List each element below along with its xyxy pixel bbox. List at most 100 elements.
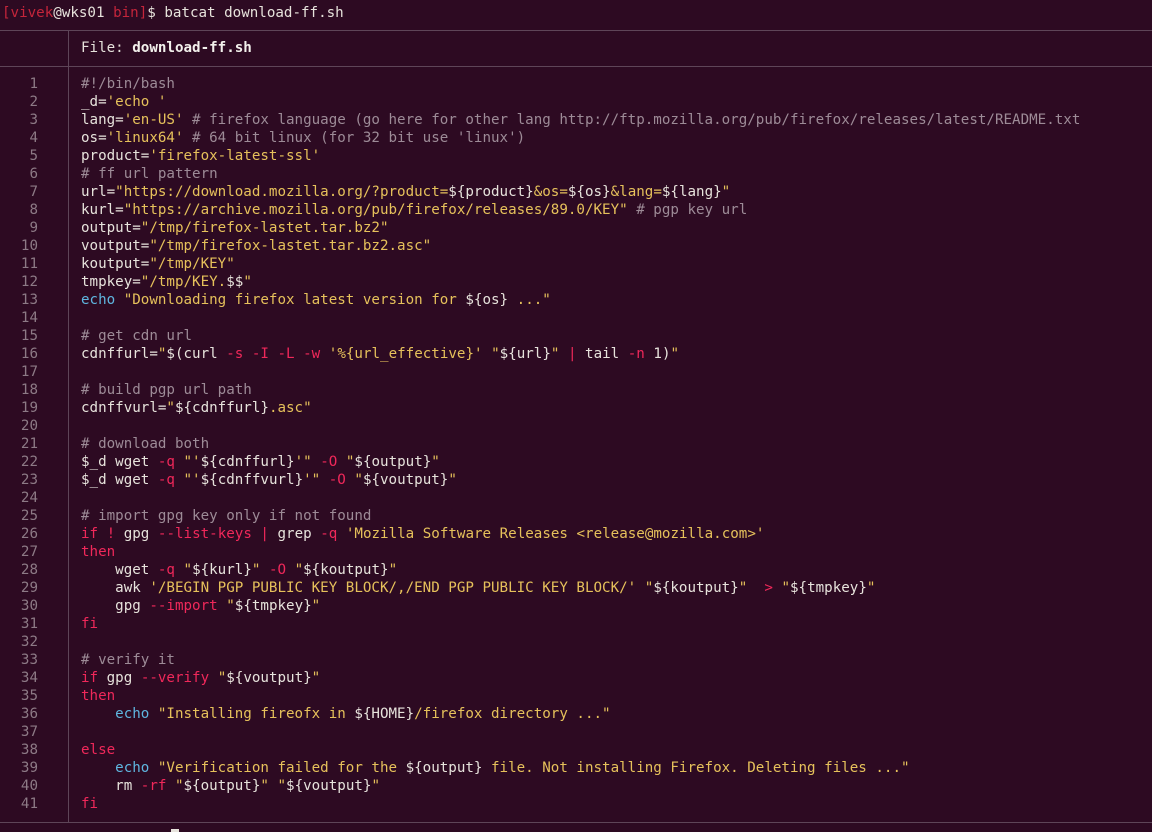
line-number: 18 [20,382,38,398]
comment-token: # build pgp url path [81,382,252,398]
string-token: " [226,598,235,614]
string-token: &os= [533,184,568,200]
prompt-open-bracket: [ [2,5,11,21]
string-token: "' [183,472,201,488]
code-token: awk [81,580,150,596]
code-token: ${product} [448,184,534,200]
code-token: $_d wget [81,454,158,470]
code-line: 34 if gpg --verify "${voutput}" [0,669,1152,687]
code-token: cdnffvurl= [81,400,167,416]
code-token: ${output} [183,778,261,794]
string-token: '%{url_effective}' [328,346,483,362]
string-token: " [243,274,252,290]
line-number: 19 [20,400,38,416]
code-token: output= [81,220,141,236]
prompt-user: vivek [10,5,54,21]
line-number: 5 [29,148,38,164]
code-token: kurl= [81,202,124,218]
keyword-token: -O [320,454,338,470]
comment-token: # verify it [81,652,175,668]
code-line: 4 os='linux64' # 64 bit linux (for 32 bit… [0,129,1152,147]
keyword-token: -rf [140,778,167,794]
code-line: 5 product='firefox-latest-ssl' [0,147,1152,165]
string-token: 'firefox-latest-ssl' [149,148,321,164]
string-token: file. Not installing Firefox. Deleting f… [482,760,910,776]
code-token: ${cdnffvurl} [200,472,304,488]
terminal-window[interactable]: [vivek@wks01 bin]$ batcat download-ff.sh… [0,0,1152,832]
comment-token: # pgp key url [627,202,748,218]
string-token: " [354,472,363,488]
code-line: 32 [0,633,1152,651]
code-line: 1 #!/bin/bash [0,75,1152,93]
line-source: then [81,687,115,705]
code-line: 41 fi [0,795,1152,813]
comment-token: # ff url pattern [81,166,218,182]
line-number: 6 [29,166,38,182]
code-line: 3 lang='en-US' # firefox language (go her… [0,111,1152,129]
string-token: " [738,580,748,596]
line-source: #!/bin/bash [81,75,175,93]
line-number: 20 [20,418,38,434]
code-line: 2 _d='echo ' [0,93,1152,111]
line-number: 21 [20,436,38,452]
code-line: 10 voutput="/tmp/firefox-lastet.tar.bz2.a… [0,237,1152,255]
keyword-token: -w [303,346,321,362]
line-source: # download both [81,435,209,453]
string-token: "Downloading firefox latest version for [115,292,466,308]
code-token: ${os} [567,184,611,200]
string-token: " [294,562,304,578]
prompt-host: wks01 [61,5,105,21]
code-line: 18 # build pgp url path [0,381,1152,399]
line-number: 38 [20,742,38,758]
code-token: os= [81,130,107,146]
footer-rule [0,822,1152,823]
string-token: " [371,778,380,794]
code-line: 7 url="https://download.mozilla.org/?prod… [0,183,1152,201]
line-number: 33 [20,652,38,668]
string-token: " [217,670,227,686]
prompt-command: batcat download-ff.sh [164,5,344,21]
code-line: 17 [0,363,1152,381]
code-line: 39 echo "Verification failed for the ${o… [0,759,1152,777]
line-number: 7 [29,184,38,200]
string-token: /firefox directory ..." [414,706,611,722]
comment-token: # 64 bit linux (for 32 bit use 'linux') [183,130,526,146]
prompt-at: @ [53,5,62,21]
code-line: 26 if ! gpg --list-keys | grep -q 'Mozill… [0,525,1152,543]
line-source: echo "Installing fireofx in ${HOME}/fire… [81,705,611,723]
keyword-token: -q [157,562,175,578]
string-token: 'Mozilla Software Releases <release@mozi… [345,526,765,542]
line-source: $_d wget -q "'${cdnffvurl}'" -O "${voutp… [81,471,457,489]
line-source: lang='en-US' # firefox language (go here… [81,111,1080,129]
string-token: "' [183,454,201,470]
code-token: ${koutput} [653,580,739,596]
code-token: koutput= [81,256,150,272]
code-listing[interactable]: 1 #!/bin/bash 2 _d='echo ' 3 lang='en-US' # f… [0,75,1152,813]
line-number: 34 [20,670,38,686]
line-source: cdnffvurl="${cdnffurl}.asc" [81,399,312,417]
code-line: 29 awk '/BEGIN PGP PUBLIC KEY BLOCK/,/EN… [0,579,1152,597]
line-source: if ! gpg --list-keys | grep -q 'Mozilla … [81,525,764,543]
line-number: 25 [20,508,38,524]
string-token: "Installing fireofx in [149,706,355,722]
code-line: 14 [0,309,1152,327]
code-token: _d= [81,94,107,110]
line-number: 15 [20,328,38,344]
line-source: cdnffurl= " $(curl -s -I -L -w '%{url_effe… [81,345,679,363]
string-token: ..." [508,292,551,308]
line-number: 29 [20,580,38,596]
string-token: " [277,778,287,794]
line-source: # verify it [81,651,175,669]
file-name: download-ff.sh [132,40,252,56]
keyword-token: -s [226,346,244,362]
keyword-token: if [81,670,99,686]
string-token: " [448,472,457,488]
code-token: ${koutput} [303,562,389,578]
